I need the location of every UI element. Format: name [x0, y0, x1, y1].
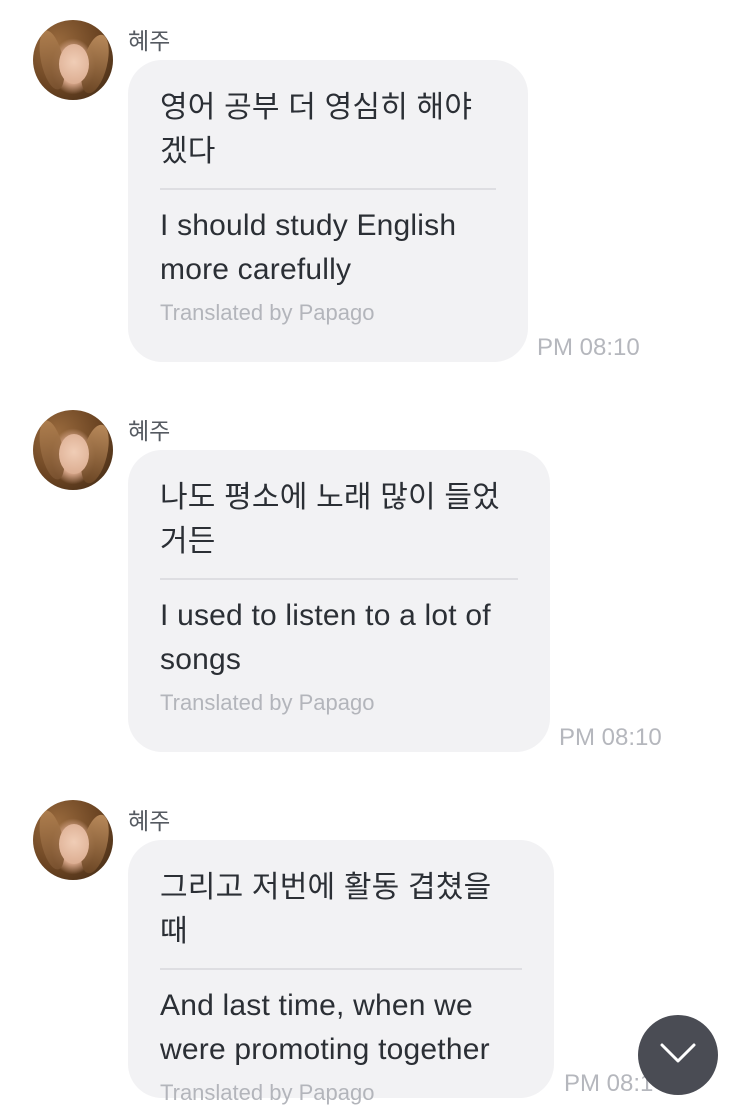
- chat-message: 혜주 영어 공부 더 영심히 해야겠다 I should study Engli…: [0, 0, 749, 380]
- timestamp: PM 08:1: [564, 1070, 654, 1097]
- sender-name: 혜주: [128, 28, 171, 54]
- message-bubble[interactable]: 영어 공부 더 영심히 해야겠다 I should study English …: [128, 60, 528, 362]
- translation-credit: Translated by Papago: [160, 300, 375, 325]
- translated-text: I used to listen to a lot of songs: [160, 599, 491, 676]
- avatar[interactable]: [33, 20, 113, 100]
- original-text: 나도 평소에 노래 많이 들었거든: [160, 481, 500, 558]
- original-text: 그리고 저번에 활동 겹쳤을 때: [160, 871, 492, 948]
- avatar[interactable]: [33, 410, 113, 490]
- avatar[interactable]: [33, 800, 113, 880]
- translation-credit: Translated by Papago: [160, 690, 375, 715]
- divider: [160, 188, 496, 190]
- message-bubble[interactable]: 그리고 저번에 활동 겹쳤을 때 And last time, when we …: [128, 840, 554, 1105]
- translated-text: And last time, when we were promoting to…: [160, 989, 490, 1066]
- translated-text: I should study English more carefully: [160, 209, 457, 286]
- chat-message: 혜주 나도 평소에 노래 많이 들었거든 I used to listen to…: [0, 390, 749, 770]
- timestamp: PM 08:10: [537, 334, 640, 361]
- chevron-down-icon: [658, 1041, 698, 1070]
- timestamp: PM 08:10: [559, 724, 662, 751]
- translation-credit: Translated by Papago: [160, 1080, 375, 1105]
- scroll-to-bottom-button[interactable]: [638, 1015, 718, 1095]
- message-bubble[interactable]: 나도 평소에 노래 많이 들었거든 I used to listen to a …: [128, 450, 550, 752]
- chat-message: 혜주 그리고 저번에 활동 겹쳤을 때 And last time, when …: [0, 780, 749, 1115]
- original-text: 영어 공부 더 영심히 해야겠다: [160, 91, 473, 168]
- sender-name: 혜주: [128, 808, 171, 834]
- sender-name: 혜주: [128, 418, 171, 444]
- divider: [160, 578, 518, 580]
- divider: [160, 968, 522, 970]
